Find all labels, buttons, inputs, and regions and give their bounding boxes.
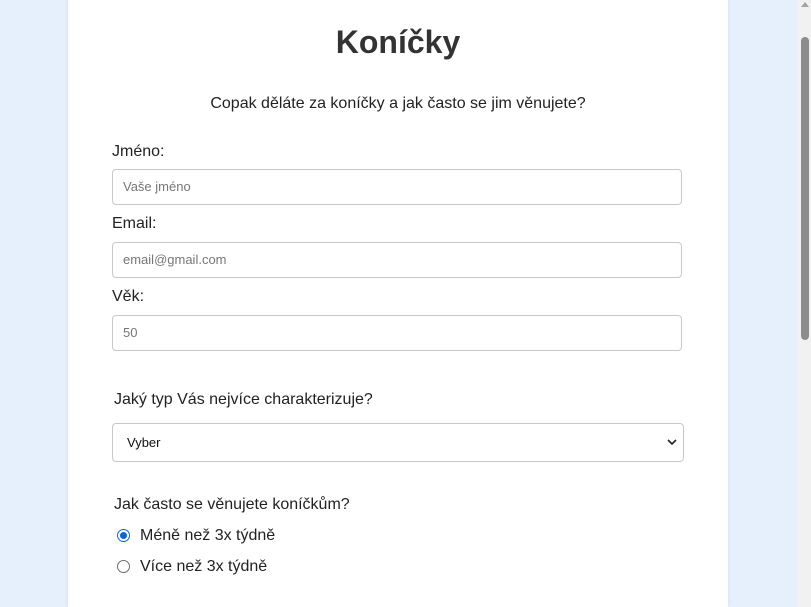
page: Koníčky Copak děláte za koníčky a jak ča… [0, 0, 811, 607]
name-field[interactable]: Vaše jméno [112, 169, 682, 205]
email-label: Email: [112, 215, 157, 232]
name-placeholder: Vaše jméno [123, 179, 191, 194]
type-question: Jaký typ Vás nejvíce charakterizuje? [114, 391, 373, 408]
scroll-up-arrow-icon[interactable] [801, 2, 809, 7]
vertical-scrollbar[interactable] [798, 0, 811, 607]
type-select[interactable]: Vyber [112, 423, 684, 462]
chevron-down-icon [667, 424, 677, 476]
name-label: Jméno: [112, 143, 165, 160]
page-subtitle: Copak děláte za koníčky a jak často se j… [210, 95, 586, 112]
age-placeholder: 50 [123, 325, 138, 340]
scrollbar-thumb[interactable] [801, 37, 809, 340]
form-card: Koníčky Copak děláte za koníčky a jak ča… [68, 0, 728, 607]
age-field[interactable]: 50 [112, 315, 682, 351]
frequency-option-label: Méně než 3x týdně [140, 527, 276, 544]
type-select-value: Vyber [127, 435, 161, 450]
email-placeholder: email@gmail.com [123, 252, 227, 267]
radio-unchecked-icon[interactable] [117, 560, 130, 573]
page-title: Koníčky [335, 24, 461, 60]
frequency-option-label: Více než 3x týdně [140, 558, 268, 575]
age-label: Věk: [112, 288, 145, 305]
email-field[interactable]: email@gmail.com [112, 242, 682, 278]
radio-checked-icon[interactable] [117, 529, 130, 542]
frequency-question: Jak často se věnujete koníčkům? [114, 496, 350, 513]
